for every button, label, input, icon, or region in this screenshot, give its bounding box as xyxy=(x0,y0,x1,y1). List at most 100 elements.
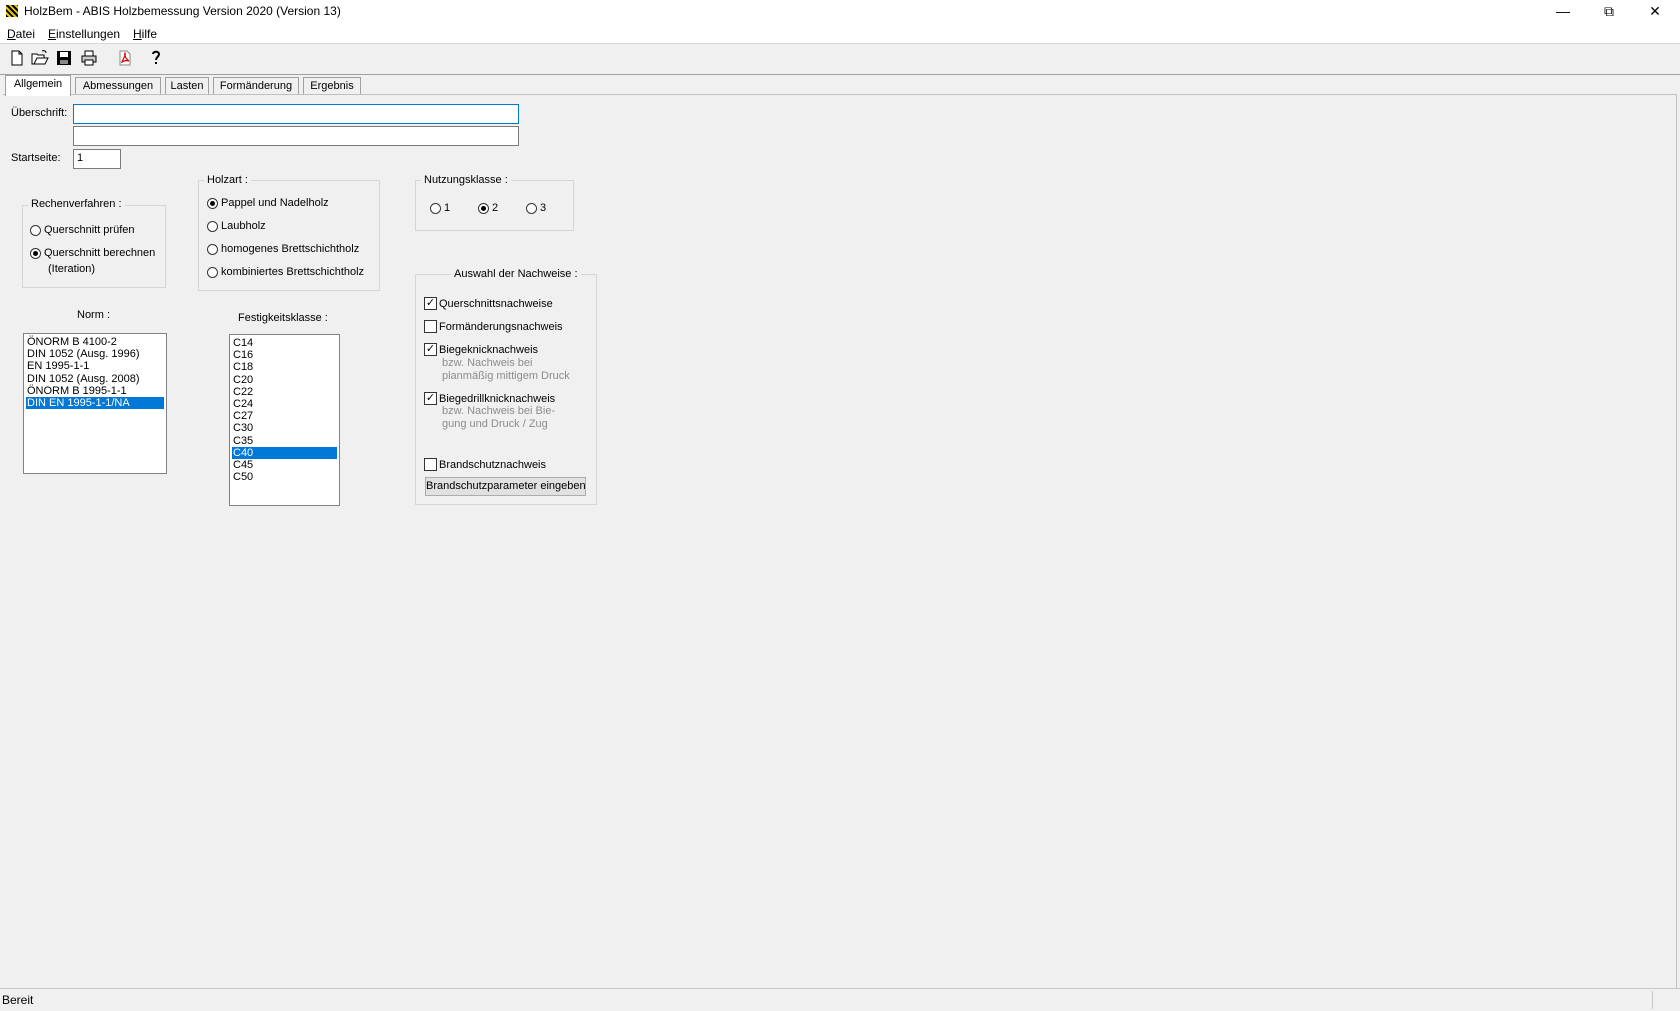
ueberschrift-input-2[interactable] xyxy=(73,126,519,146)
list-item[interactable]: C35 xyxy=(232,435,337,447)
checkbox-biegeknicknachweis[interactable]: ✓ xyxy=(424,343,437,356)
check-biegeknicknachweis[interactable]: ✓ Biegeknicknachweis xyxy=(424,343,538,356)
radio-kombiniertes-bsh-label: kombiniertes Brettschichtholz xyxy=(221,266,365,278)
radio-kombiniertes-bsh[interactable]: kombiniertes Brettschichtholz xyxy=(207,266,364,278)
pdf-icon[interactable] xyxy=(116,49,134,67)
radio-querschnitt-berechnen-sub: (Iteration) xyxy=(48,263,96,275)
ueberschrift-input-1[interactable] xyxy=(73,104,519,124)
help-icon[interactable] xyxy=(147,49,165,67)
restore-button[interactable]: ⧉ xyxy=(1586,0,1632,24)
menu-einstellungen-label: instellungen xyxy=(56,27,121,41)
radio-nutzungsklasse-2[interactable]: 2 xyxy=(478,202,498,214)
radio-nutzungsklasse-3-label: 3 xyxy=(540,202,547,214)
radio-laubholz-circle[interactable] xyxy=(207,220,218,232)
radio-nutzungsklasse-1[interactable]: 1 xyxy=(430,202,450,214)
nutzungsklasse-title: Nutzungsklasse : xyxy=(421,174,511,186)
status-separator xyxy=(1652,991,1653,1009)
list-item[interactable]: DIN 1052 (Ausg. 2008) xyxy=(26,373,164,385)
radio-pappel-nadelholz[interactable]: Pappel und Nadelholz xyxy=(207,197,329,209)
check-biegedrillknicknachweis[interactable]: ✓ Biegedrillknicknachweis xyxy=(424,392,555,405)
radio-nutzungsklasse-1-circle[interactable] xyxy=(430,202,441,214)
list-item[interactable]: C22 xyxy=(232,386,337,398)
status-text: Bereit xyxy=(2,993,34,1007)
checkbox-querschnittsnachweise[interactable]: ✓ xyxy=(424,297,437,310)
list-item-selected[interactable]: C40 xyxy=(232,446,337,459)
holzart-title: Holzart : xyxy=(204,174,251,186)
radio-querschnitt-berechnen[interactable]: Querschnitt berechnen xyxy=(30,247,155,259)
tab-formaenderung[interactable]: Formänderung xyxy=(213,77,299,95)
menu-bar: Datei Einstellungen Hilfe xyxy=(0,24,1680,44)
biegeknick-note-2: planmäßig mittigem Druck xyxy=(442,370,570,382)
menu-datei-label: atei xyxy=(15,27,36,41)
menu-hilfe[interactable]: Hilfe xyxy=(133,27,157,41)
menu-hilfe-accel: H xyxy=(133,27,142,41)
menu-datei-accel: D xyxy=(7,27,16,41)
tab-panel-border xyxy=(3,94,1676,95)
list-item[interactable]: C18 xyxy=(232,361,337,373)
list-item[interactable]: C27 xyxy=(232,410,337,422)
radio-homogenes-bsh-circle[interactable] xyxy=(207,243,218,255)
radio-querschnitt-pruefen[interactable]: Querschnitt prüfen xyxy=(30,224,135,236)
check-brandschutznachweis[interactable]: Brandschutznachweis xyxy=(424,458,546,471)
check-brandschutznachweis-label: Brandschutznachweis xyxy=(439,458,547,471)
list-item[interactable]: C50 xyxy=(232,471,337,483)
tab-lasten[interactable]: Lasten xyxy=(165,77,209,95)
minimize-button[interactable]: — xyxy=(1540,0,1586,24)
radio-nutzungsklasse-2-label: 2 xyxy=(492,202,499,214)
save-icon[interactable] xyxy=(55,49,73,67)
list-item[interactable]: C14 xyxy=(232,337,337,349)
radio-homogenes-bsh[interactable]: homogenes Brettschichtholz xyxy=(207,243,359,255)
checkbox-biegedrillknicknachweis[interactable]: ✓ xyxy=(424,392,437,405)
list-item[interactable]: C45 xyxy=(232,459,337,471)
print-icon[interactable] xyxy=(80,49,98,67)
ueberschrift-label: Überschrift: xyxy=(11,107,68,119)
check-biegedrillknicknachweis-label: Biegedrillknicknachweis xyxy=(439,392,556,405)
tab-abmessungen[interactable]: Abmessungen xyxy=(75,77,161,95)
radio-laubholz[interactable]: Laubholz xyxy=(207,220,266,232)
menu-datei[interactable]: Datei xyxy=(7,27,35,41)
radio-pappel-nadelholz-circle[interactable] xyxy=(207,197,218,209)
radio-pappel-nadelholz-label: Pappel und Nadelholz xyxy=(221,197,329,209)
radio-nutzungsklasse-3-circle[interactable] xyxy=(526,202,537,214)
menu-hilfe-label: ilfe xyxy=(141,27,158,41)
radio-nutzungsklasse-3[interactable]: 3 xyxy=(526,202,546,214)
radio-nutzungsklasse-2-circle[interactable] xyxy=(478,202,489,214)
list-item[interactable]: ÖNORM B 1995-1-1 xyxy=(26,385,164,397)
list-item[interactable]: EN 1995-1-1 xyxy=(26,360,164,372)
close-button[interactable]: ✕ xyxy=(1632,0,1678,24)
radio-querschnitt-pruefen-circle[interactable] xyxy=(30,224,41,236)
list-item[interactable]: C20 xyxy=(232,374,337,386)
checkbox-brandschutznachweis[interactable] xyxy=(424,458,437,471)
radio-querschnitt-berechnen-circle[interactable] xyxy=(30,247,41,259)
festigkeitsklasse-listbox[interactable]: C14 C16 C18 C20 C22 C24 C27 C30 C35 C40 … xyxy=(229,334,340,506)
biegeknick-note-1: bzw. Nachweis bei xyxy=(442,357,533,369)
biegedrillknick-note-1: bzw. Nachweis bei Bie- xyxy=(442,405,556,417)
rechenverfahren-title: Rechenverfahren : xyxy=(28,198,125,210)
check-querschnittsnachweise[interactable]: ✓ Querschnittsnachweise xyxy=(424,297,553,310)
check-formaenderungsnachweis[interactable]: Formänderungsnachweis xyxy=(424,320,563,333)
title-bar: HolzBem - ABIS Holzbemessung Version 202… xyxy=(0,0,1680,24)
list-item[interactable]: C16 xyxy=(232,349,337,361)
tab-ergebnis[interactable]: Ergebnis xyxy=(303,77,361,95)
list-item[interactable]: ÖNORM B 4100-2 xyxy=(26,336,164,348)
list-item[interactable]: C30 xyxy=(232,422,337,434)
norm-title: Norm : xyxy=(77,309,110,321)
checkbox-formaenderungsnachweis[interactable] xyxy=(424,320,437,333)
toolbar xyxy=(0,44,1680,75)
biegedrillknick-note-2: gung und Druck / Zug xyxy=(442,418,548,430)
window-title: HolzBem - ABIS Holzbemessung Version 202… xyxy=(24,4,341,18)
radio-kombiniertes-bsh-circle[interactable] xyxy=(207,266,218,278)
check-querschnittsnachweise-label: Querschnittsnachweise xyxy=(439,297,553,310)
tab-allgemein[interactable]: Allgemein xyxy=(5,75,71,96)
tab-panel-right-border xyxy=(1676,94,1677,988)
open-folder-icon[interactable] xyxy=(31,49,49,67)
list-item[interactable]: C24 xyxy=(232,398,337,410)
list-item-selected[interactable]: DIN EN 1995-1-1/NA xyxy=(26,396,164,410)
brandschutzparameter-button[interactable]: Brandschutzparameter eingeben xyxy=(425,477,586,496)
list-item[interactable]: DIN 1052 (Ausg. 1996) xyxy=(26,348,164,360)
new-document-icon[interactable] xyxy=(8,49,26,67)
norm-listbox[interactable]: ÖNORM B 4100-2 DIN 1052 (Ausg. 1996) EN … xyxy=(23,333,167,474)
startseite-label: Startseite: xyxy=(11,152,61,164)
startseite-input[interactable]: 1 xyxy=(73,149,121,169)
menu-einstellungen[interactable]: Einstellungen xyxy=(48,27,120,41)
